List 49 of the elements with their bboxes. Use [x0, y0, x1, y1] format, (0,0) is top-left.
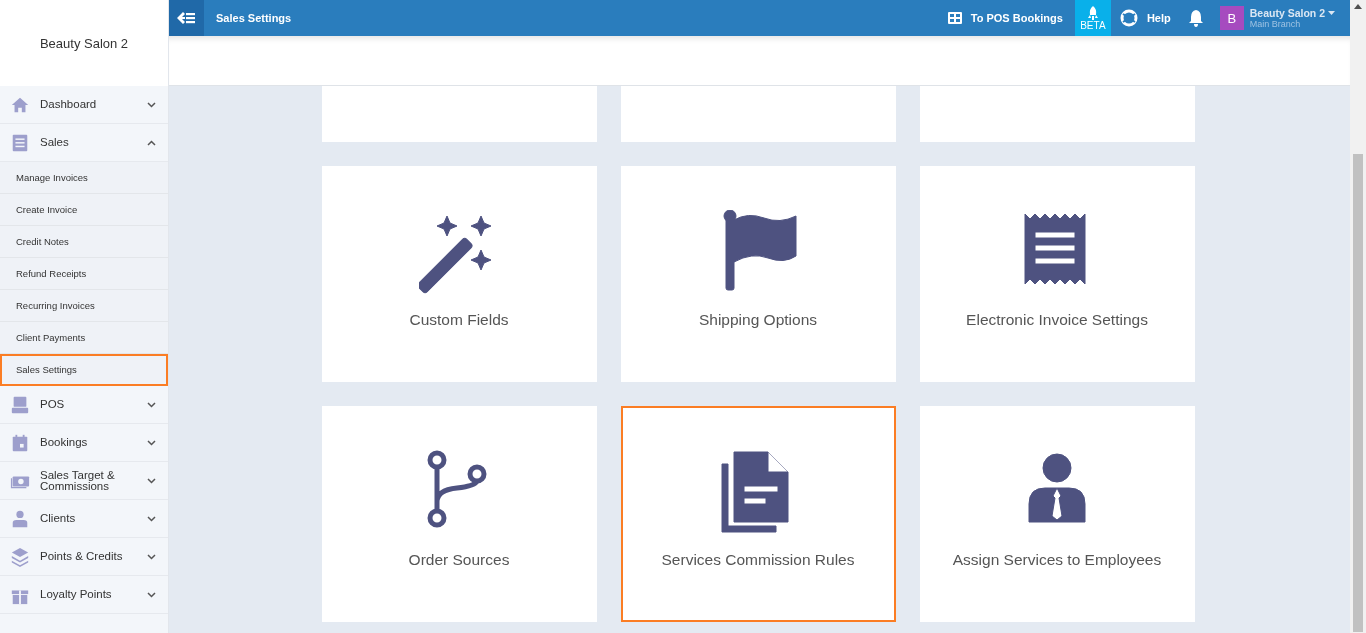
settings-card[interactable]: Custom Fields: [321, 166, 597, 382]
grid-icon: [947, 12, 962, 24]
card-title: Custom Fields: [409, 311, 509, 329]
settings-card[interactable]: [620, 86, 896, 142]
submenu-item[interactable]: Client Payments: [0, 322, 168, 354]
sidebar-toggle-icon[interactable]: [168, 0, 204, 36]
brand-name: Beauty Salon 2: [0, 0, 168, 86]
settings-card[interactable]: Order Sources: [321, 406, 597, 622]
help-link[interactable]: Help: [1119, 9, 1171, 27]
sidebar-item[interactable]: Dashboard: [0, 86, 168, 124]
lifebuoy-icon: [1119, 9, 1138, 27]
sidebar-item[interactable]: Points & Credits: [0, 538, 168, 576]
notification-bell-icon[interactable]: [1187, 9, 1204, 27]
pos-bookings-link[interactable]: To POS Bookings: [947, 12, 1063, 24]
card-title: Order Sources: [408, 551, 510, 569]
sidebar-item[interactable]: Sales Target & Commissions: [0, 462, 168, 500]
scroll-up-icon[interactable]: [1354, 4, 1362, 9]
card-title: Assign Services to Employees: [952, 551, 1162, 569]
caret-icon: [1328, 11, 1335, 15]
pos-icon: [10, 394, 30, 415]
scrollbar-thumb[interactable]: [1353, 154, 1363, 632]
page-title: Sales Settings: [216, 12, 293, 24]
submenu-item[interactable]: Refund Receipts: [0, 258, 168, 290]
avatar[interactable]: B: [1219, 6, 1244, 30]
submenu-item[interactable]: Credit Notes: [0, 226, 168, 258]
submenu-item[interactable]: Recurring Invoices: [0, 290, 168, 322]
scrollbar[interactable]: [1350, 0, 1366, 633]
submenu-item[interactable]: Manage Invoices: [0, 162, 168, 194]
settings-card[interactable]: Services Commission Rules: [620, 406, 896, 622]
card-title: Shipping Options: [698, 311, 818, 329]
settings-card[interactable]: Electronic Invoice Settings: [919, 166, 1195, 382]
settings-card[interactable]: Assign Services to Employees: [919, 406, 1195, 622]
settings-card[interactable]: [321, 86, 597, 142]
list-icon: [10, 132, 30, 153]
sidebar-item[interactable]: Loyalty Points: [0, 576, 168, 614]
sidebar-item[interactable]: POS: [0, 386, 168, 424]
layers-icon: [10, 546, 30, 567]
settings-card[interactable]: [919, 86, 1195, 142]
account-menu[interactable]: Beauty Salon 2 Main Branch: [1249, 7, 1335, 29]
submenu-item[interactable]: Create Invoice: [0, 194, 168, 226]
rocket-icon: [1087, 5, 1098, 20]
sidebar-item[interactable]: Clients: [0, 500, 168, 538]
person-icon: [10, 508, 30, 529]
submenu-item[interactable]: Sales Settings: [0, 354, 168, 386]
calendar-icon: [10, 432, 30, 453]
card-title: Services Commission Rules: [661, 551, 855, 569]
card-title: Electronic Invoice Settings: [966, 311, 1148, 329]
settings-card[interactable]: Shipping Options: [620, 166, 896, 382]
sidebar-item[interactable]: Bookings: [0, 424, 168, 462]
